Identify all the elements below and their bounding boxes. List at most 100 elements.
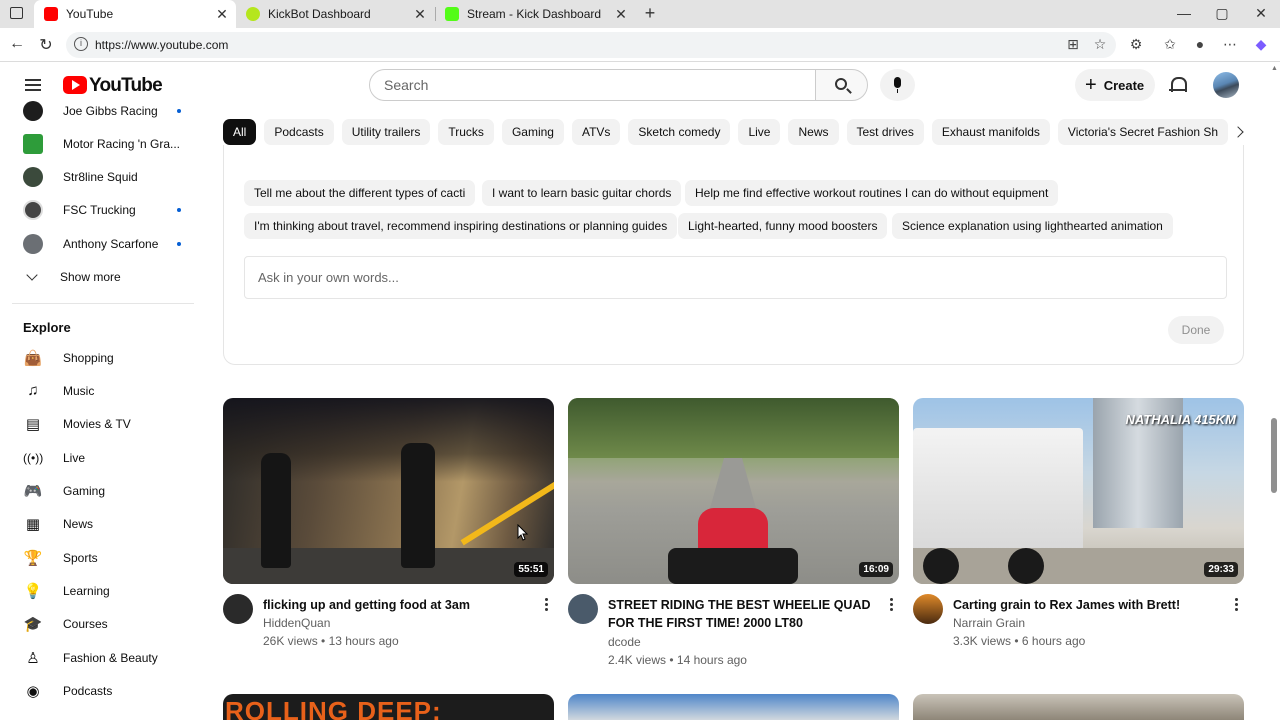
sidebar-item-str8line-squid[interactable]: Str8line Squid xyxy=(0,160,200,193)
hamburger-menu-icon[interactable] xyxy=(25,79,41,91)
youtube-logo-icon[interactable] xyxy=(63,76,87,94)
sidebar-item-courses[interactable]: 🎓 Courses xyxy=(0,607,200,640)
channel-avatar[interactable] xyxy=(913,594,943,624)
new-content-dot xyxy=(177,108,181,113)
chip-trucks[interactable]: Trucks xyxy=(438,119,494,145)
more-actions-icon[interactable] xyxy=(1235,598,1239,612)
ask-suggestion-chip[interactable]: Help me find effective workout routines … xyxy=(685,180,1059,206)
sidebar-item-learning[interactable]: 💡 Learning xyxy=(0,574,200,607)
back-arrow-icon[interactable]: ← xyxy=(7,35,27,53)
scrollbar-thumb[interactable] xyxy=(1271,418,1277,493)
video-thumbnail-partial[interactable] xyxy=(913,694,1244,720)
more-menu-icon[interactable]: ⋯ xyxy=(1220,36,1240,53)
more-actions-icon[interactable] xyxy=(545,598,549,612)
app-install-icon[interactable]: ⊞ xyxy=(1063,36,1083,53)
video-age: 13 hours ago xyxy=(328,634,399,648)
favorites-icon[interactable]: ✩ xyxy=(1160,36,1180,53)
close-icon[interactable]: ✕ xyxy=(410,6,430,23)
chip-news[interactable]: News xyxy=(788,119,839,145)
maximize-icon[interactable]: ▢ xyxy=(1212,5,1232,22)
site-info-icon[interactable]: i xyxy=(74,37,88,51)
sidebar-item-live[interactable]: ((•)) Live xyxy=(0,441,200,474)
video-duration: 55:51 xyxy=(514,562,548,577)
voice-search-button[interactable] xyxy=(880,69,915,101)
chip-live[interactable]: Live xyxy=(738,119,781,145)
chip-podcasts[interactable]: Podcasts xyxy=(264,119,334,145)
chip-test-drives[interactable]: Test drives xyxy=(846,119,924,145)
chip-gaming[interactable]: Gaming xyxy=(501,119,564,145)
tab-kick-stream[interactable]: Stream - Kick Dashboard ✕ xyxy=(435,0,635,28)
sidebar-item-music[interactable]: ♫ Music xyxy=(0,374,200,407)
video-thumbnail-partial[interactable] xyxy=(568,694,899,720)
tab-kickbot-dashboard[interactable]: KickBot Dashboard ✕ xyxy=(236,0,434,28)
extensions-icon[interactable]: ⚙ xyxy=(1126,36,1146,53)
favorite-star-icon[interactable]: ☆ xyxy=(1090,36,1110,53)
chips-next-arrow-icon[interactable] xyxy=(1230,121,1250,143)
reload-icon[interactable]: ↻ xyxy=(36,35,56,55)
video-thumbnail-partial[interactable]: ROLLING DEEP: xyxy=(223,694,554,720)
ask-suggestion-chip[interactable]: Light-hearted, funny mood boosters xyxy=(678,213,888,239)
video-channel[interactable]: dcode xyxy=(608,635,641,649)
channel-avatar[interactable] xyxy=(568,594,598,624)
chip-all[interactable]: All xyxy=(223,119,257,145)
account-avatar[interactable] xyxy=(1213,72,1239,98)
close-icon[interactable]: ✕ xyxy=(212,6,232,23)
ask-suggestion-chip[interactable]: I want to learn basic guitar chords xyxy=(482,180,682,206)
sidebar-item-label: Live xyxy=(63,450,86,465)
sidebar-item-joe-gibbs-racing[interactable]: Joe Gibbs Racing xyxy=(0,94,200,127)
sidebar-item-movies-tv[interactable]: ▤ Movies & TV xyxy=(0,407,200,440)
more-actions-icon[interactable] xyxy=(890,598,894,612)
video-channel[interactable]: Narrain Grain xyxy=(953,616,1025,630)
profile-icon[interactable]: ● xyxy=(1190,36,1210,52)
sidebar-item-fashion-beauty[interactable]: ♙ Fashion & Beauty xyxy=(0,641,200,674)
chip-sketch-comedy[interactable]: Sketch comedy xyxy=(628,119,731,145)
thumbnail-truck xyxy=(913,428,1083,568)
video-thumbnail[interactable]: NATHALIA 415KM 29:33 xyxy=(913,398,1244,584)
notifications-bell-icon[interactable] xyxy=(1169,77,1187,93)
video-title[interactable]: STREET RIDING THE BEST WHEELIE QUAD FOR … xyxy=(608,596,873,632)
ask-input[interactable] xyxy=(245,257,1226,298)
sidebar-item-anthony-scarfone[interactable]: Anthony Scarfone xyxy=(0,227,200,260)
browser-tab-bar: YouTube ✕ KickBot Dashboard ✕ Stream - K… xyxy=(0,0,1280,28)
page-scrollbar[interactable] xyxy=(1269,63,1280,720)
close-icon[interactable]: ✕ xyxy=(611,6,631,23)
video-title[interactable]: Carting grain to Rex James with Brett! xyxy=(953,596,1218,614)
url-field[interactable]: i https://www.youtube.com xyxy=(66,32,1116,58)
new-tab-button[interactable]: + xyxy=(641,3,659,24)
show-more-button[interactable]: Show more xyxy=(0,260,200,293)
sidebar-item-motor-racing[interactable]: Motor Racing 'n Gra... xyxy=(0,127,200,160)
sidebar-item-podcasts[interactable]: ◉ Podcasts xyxy=(0,674,200,707)
sidebar-item-fsc-trucking[interactable]: FSC Trucking xyxy=(0,193,200,226)
music-note-icon: ♫ xyxy=(27,382,39,399)
chip-utility-trailers[interactable]: Utility trailers xyxy=(341,119,431,145)
sidebar-item-shopping[interactable]: 👜 Shopping xyxy=(0,341,200,374)
ask-suggestion-chip[interactable]: Science explanation using lighthearted a… xyxy=(892,213,1173,239)
minimize-icon[interactable]: — xyxy=(1174,5,1194,21)
ask-suggestion-chip[interactable]: I'm thinking about travel, recommend ins… xyxy=(244,213,678,239)
ask-suggestion-chip[interactable]: Tell me about the different types of cac… xyxy=(244,180,476,206)
sidebar-item-sports[interactable]: 🏆 Sports xyxy=(0,541,200,574)
search-input[interactable] xyxy=(370,70,815,100)
video-thumbnail[interactable]: 16:09 xyxy=(568,398,899,584)
sidebar-item-gaming[interactable]: 🎮 Gaming xyxy=(0,474,200,507)
done-button[interactable]: Done xyxy=(1168,316,1224,344)
copilot-icon[interactable]: ◆ xyxy=(1251,36,1271,53)
new-content-dot xyxy=(177,241,181,246)
chip-atvs[interactable]: ATVs xyxy=(571,119,621,145)
sidebar: Joe Gibbs Racing Motor Racing 'n Gra... … xyxy=(0,100,200,720)
window-menu-icon[interactable] xyxy=(10,7,23,19)
sidebar-item-news[interactable]: ▦ News xyxy=(0,507,200,540)
create-button[interactable]: + Create xyxy=(1075,69,1155,101)
channel-avatar[interactable] xyxy=(223,594,253,624)
video-channel[interactable]: HiddenQuan xyxy=(263,616,330,630)
channel-avatar xyxy=(23,199,43,220)
chip-victorias-secret[interactable]: Victoria's Secret Fashion Sh xyxy=(1057,119,1229,145)
window-close-icon[interactable]: ✕ xyxy=(1251,5,1271,22)
scroll-up-arrow-icon[interactable]: ▲ xyxy=(1271,65,1278,72)
chip-exhaust-manifolds[interactable]: Exhaust manifolds xyxy=(931,119,1050,145)
search-button[interactable] xyxy=(815,69,868,101)
tab-youtube[interactable]: YouTube ✕ xyxy=(34,0,236,28)
video-title[interactable]: flicking up and getting food at 3am xyxy=(263,596,528,614)
search-bar xyxy=(369,69,816,101)
video-thumbnail[interactable]: 55:51 xyxy=(223,398,554,584)
